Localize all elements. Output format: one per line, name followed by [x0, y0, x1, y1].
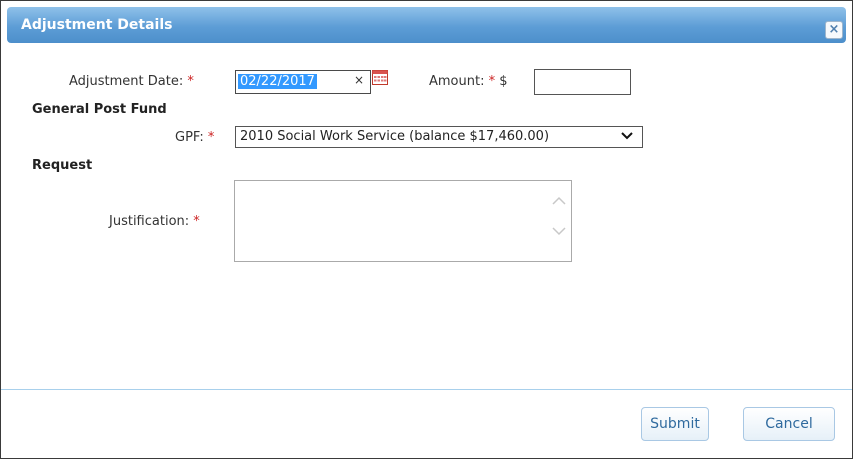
required-marker: * [488, 74, 496, 89]
justification-label-text: Justification: [109, 214, 190, 229]
adjustment-date-label-text: Adjustment Date: [69, 74, 184, 89]
chevron-down-icon [621, 132, 633, 140]
currency-symbol: $ [499, 74, 508, 89]
dialog-title: Adjustment Details [21, 17, 173, 33]
justification-label: Justification: * [109, 214, 200, 229]
dialog-titlebar[interactable]: Adjustment Details × [7, 7, 846, 43]
required-marker: * [207, 130, 215, 145]
gpf-label-text: GPF: [175, 130, 204, 145]
amount-label-text: Amount: [429, 74, 485, 89]
clear-date-icon[interactable]: × [354, 73, 364, 87]
adjustment-dialog: Adjustment Details × Adjustment Date: * … [0, 0, 853, 459]
chevron-up-icon[interactable] [551, 194, 567, 206]
amount-input[interactable] [534, 69, 631, 95]
adjustment-date-input[interactable]: 02/22/2017 × [235, 70, 371, 94]
gpf-selected-value: 2010 Social Work Service (balance $17,46… [240, 129, 550, 144]
required-marker: * [187, 74, 194, 89]
calendar-icon[interactable] [372, 69, 388, 85]
cancel-button[interactable]: Cancel [743, 407, 835, 441]
gpf-select[interactable]: 2010 Social Work Service (balance $17,46… [235, 126, 643, 148]
chevron-down-icon[interactable] [551, 226, 567, 238]
submit-button[interactable]: Submit [641, 407, 709, 441]
adjustment-date-label: Adjustment Date: * [69, 74, 194, 89]
adjustment-date-value: 02/22/2017 [238, 74, 317, 89]
amount-label: Amount: * $ [429, 74, 508, 89]
request-heading: Request [32, 158, 93, 173]
required-marker: * [193, 214, 200, 229]
justification-textarea[interactable] [234, 180, 572, 262]
footer-divider [1, 389, 852, 390]
gpf-label: GPF: * [175, 130, 214, 145]
close-icon[interactable]: × [825, 21, 843, 39]
general-post-fund-heading: General Post Fund [32, 102, 167, 117]
